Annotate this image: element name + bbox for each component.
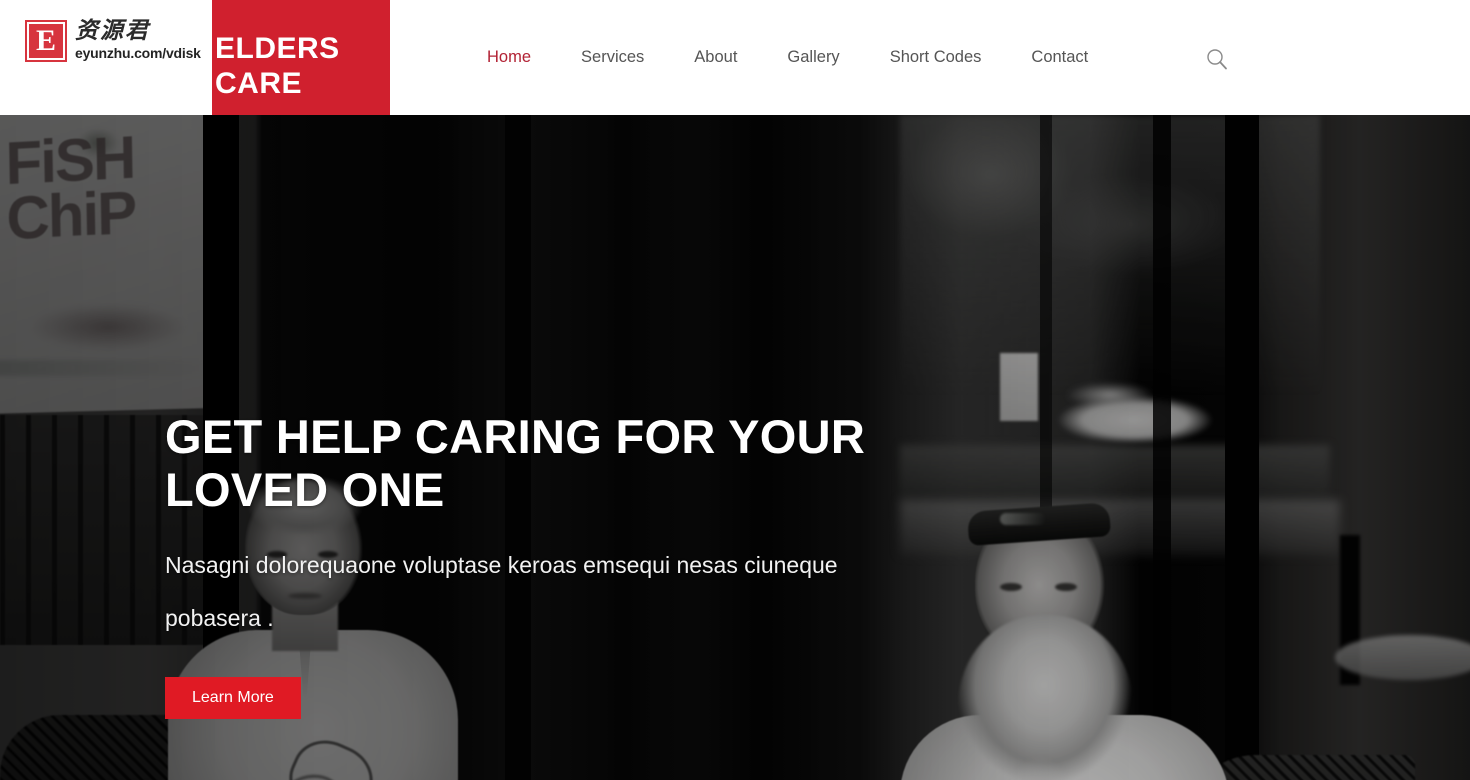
nav-item-home[interactable]: Home xyxy=(462,48,556,67)
nav-item-contact[interactable]: Contact xyxy=(1006,48,1113,67)
hero-title: GET HELP CARING FOR YOUR LOVED ONE xyxy=(165,410,866,517)
logo-url-text: eyunzhu.com/vdisk xyxy=(75,45,201,61)
hero-subtitle: Nasagni dolorequaone voluptase keroas em… xyxy=(165,552,838,631)
learn-more-button[interactable]: Learn More xyxy=(165,677,301,720)
hero-slider: FiSH ChiP xyxy=(0,115,1470,780)
search-icon[interactable] xyxy=(1203,45,1231,73)
nav-item-short-codes[interactable]: Short Codes xyxy=(865,48,1007,67)
logo-text-group: 资源君 eyunzhu.com/vdisk xyxy=(75,18,201,61)
logo-chinese-text: 资源君 xyxy=(75,18,150,44)
brand-block[interactable]: ELDERS CARE xyxy=(212,0,390,115)
nav-item-gallery[interactable]: Gallery xyxy=(762,48,864,67)
hero-content: GET HELP CARING FOR YOUR LOVED ONE Nasag… xyxy=(165,410,1065,720)
brand-title: ELDERS CARE xyxy=(215,32,340,100)
page-root: E 资源君 eyunzhu.com/vdisk ELDERS CARE Home… xyxy=(0,0,1470,780)
logo-e-badge: E xyxy=(25,20,67,62)
logo-badge-letter: E xyxy=(35,24,56,57)
nav-item-about[interactable]: About xyxy=(669,48,762,67)
watermark-logo: E 资源君 eyunzhu.com/vdisk xyxy=(25,20,201,62)
site-header: E 资源君 eyunzhu.com/vdisk ELDERS CARE Home… xyxy=(0,0,1470,115)
main-nav: Home Services About Gallery Short Codes … xyxy=(462,0,1113,115)
nav-item-services[interactable]: Services xyxy=(556,48,669,67)
